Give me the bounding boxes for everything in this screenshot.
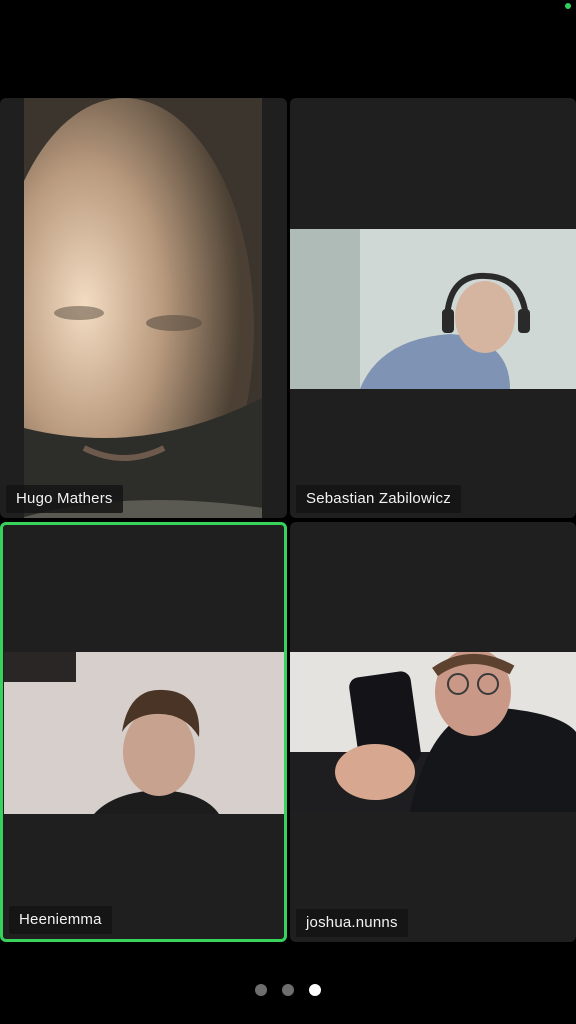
participant-video <box>290 229 576 389</box>
participant-tile[interactable]: joshua.nunns <box>290 522 576 942</box>
participant-video <box>4 652 284 814</box>
page-dot[interactable] <box>282 984 294 996</box>
meeting-gallery-view: Hugo Mathers Sebastian Zabilowicz Heenie… <box>0 0 576 1024</box>
video-frame-person <box>4 652 284 814</box>
page-indicator <box>0 984 576 996</box>
participant-video <box>290 652 576 812</box>
participant-tile[interactable]: Hugo Mathers <box>0 98 287 518</box>
participant-tile[interactable]: Sebastian Zabilowicz <box>290 98 576 518</box>
recording-indicator-dot <box>565 3 571 9</box>
participant-name-label: Hugo Mathers <box>6 485 123 513</box>
participant-video <box>24 98 262 518</box>
video-frame-person-phone <box>290 652 576 812</box>
participant-name-label: Heeniemma <box>9 906 112 934</box>
video-frame-face-closeup <box>24 98 262 518</box>
participant-name-label: joshua.nunns <box>296 909 408 937</box>
page-dot-current[interactable] <box>309 984 321 996</box>
participant-name-label: Sebastian Zabilowicz <box>296 485 461 513</box>
video-frame-person-headphones <box>290 229 576 389</box>
participant-tile-active-speaker[interactable]: Heeniemma <box>0 522 287 942</box>
page-dot[interactable] <box>255 984 267 996</box>
